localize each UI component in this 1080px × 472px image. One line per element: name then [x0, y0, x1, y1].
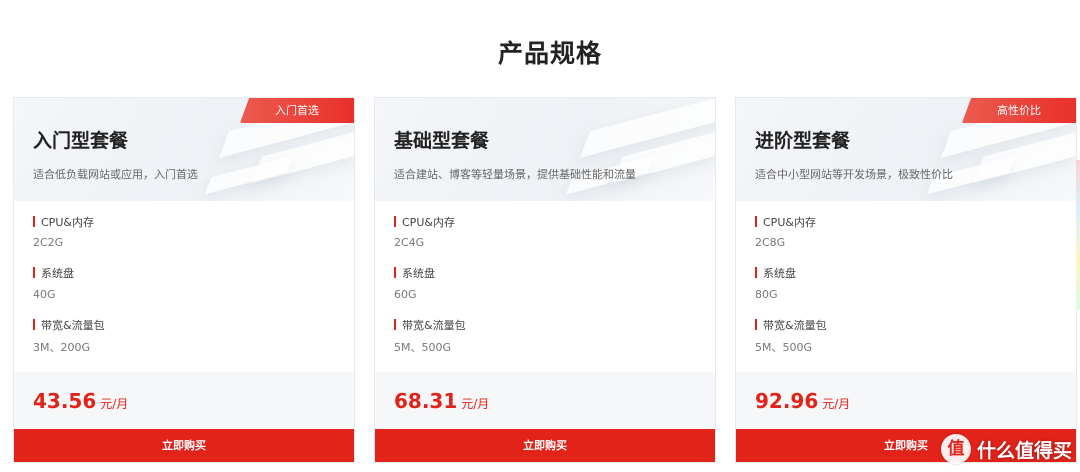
card-header: 基础型套餐 适合建站、博客等轻量场景，提供基础性能和流量 — [375, 98, 715, 201]
price: 68.31 元/月 — [394, 389, 489, 413]
plan-badge: 高性价比 — [962, 98, 1076, 123]
spec-value-system-disk: 60G — [394, 288, 417, 301]
watermark-logo-icon: 值 — [940, 434, 971, 464]
plan-description: 适合建站、博客等轻量场景，提供基础性能和流量 — [394, 168, 636, 181]
price-area: 68.31 元/月 — [375, 372, 715, 430]
spec-value-bandwidth: 5M、500G — [755, 341, 813, 354]
price: 92.96 元/月 — [755, 389, 850, 413]
offscreen-card-edge — [1076, 160, 1080, 310]
plan-name: 进阶型套餐 — [755, 130, 851, 152]
section-title: 产品规格 — [497, 39, 602, 68]
price-unit: 元/月 — [100, 397, 129, 411]
spec-label-bandwidth: 带宽&流量包 — [755, 317, 827, 333]
price: 43.56 元/月 — [33, 389, 128, 413]
price-unit: 元/月 — [822, 397, 851, 411]
spec-label-bandwidth: 带宽&流量包 — [33, 317, 105, 333]
plan-description: 适合低负载网站或应用，入门首选 — [33, 168, 198, 181]
spec-label-bandwidth: 带宽&流量包 — [394, 317, 466, 333]
spec-value-bandwidth: 5M、500G — [394, 341, 452, 354]
spec-label-system-disk: 系统盘 — [755, 265, 796, 281]
card-header: 入门首选 入门型套餐 适合低负载网站或应用，入门首选 — [14, 98, 354, 201]
plan-description: 适合中小型网站等开发场景，极致性价比 — [755, 168, 953, 181]
price-area: 92.96 元/月 — [736, 372, 1076, 430]
spec-label-cpu-memory: CPU&内存 — [33, 214, 94, 230]
price-unit: 元/月 — [461, 397, 490, 411]
price-amount: 43.56 — [33, 389, 97, 413]
price-area: 43.56 元/月 — [14, 372, 354, 430]
watermark-text: 什么值得买 — [976, 439, 1072, 462]
buy-now-button[interactable]: 立即购买 — [14, 429, 354, 462]
buy-now-button[interactable]: 立即购买 — [375, 429, 715, 462]
spec-value-cpu-memory: 2C4G — [394, 236, 425, 249]
spec-value-cpu-memory: 2C2G — [33, 236, 64, 249]
spec-value-system-disk: 80G — [755, 288, 778, 301]
spec-value-cpu-memory: 2C8G — [755, 236, 786, 249]
spec-label-cpu-memory: CPU&内存 — [755, 214, 816, 230]
plan-card-advanced: 高性价比 进阶型套餐 适合中小型网站等开发场景，极致性价比 CPU&内存 2C8… — [735, 97, 1077, 463]
spec-label-system-disk: 系统盘 — [394, 265, 435, 281]
price-amount: 68.31 — [394, 389, 458, 413]
spec-value-bandwidth: 3M、200G — [33, 341, 91, 354]
spec-value-system-disk: 40G — [33, 288, 56, 301]
price-amount: 92.96 — [755, 389, 819, 413]
card-header: 高性价比 进阶型套餐 适合中小型网站等开发场景，极致性价比 — [736, 98, 1076, 201]
spec-label-system-disk: 系统盘 — [33, 265, 74, 281]
spec-label-cpu-memory: CPU&内存 — [394, 214, 455, 230]
plan-badge: 入门首选 — [240, 98, 354, 123]
plan-card-entry: 入门首选 入门型套餐 适合低负载网站或应用，入门首选 CPU&内存 2C2G 系… — [13, 97, 355, 463]
plan-card-basic: 基础型套餐 适合建站、博客等轻量场景，提供基础性能和流量 CPU&内存 2C4G… — [374, 97, 716, 463]
site-watermark: 值 什么值得买 — [940, 432, 1072, 466]
plan-name: 基础型套餐 — [394, 130, 490, 152]
plan-name: 入门型套餐 — [33, 130, 129, 152]
